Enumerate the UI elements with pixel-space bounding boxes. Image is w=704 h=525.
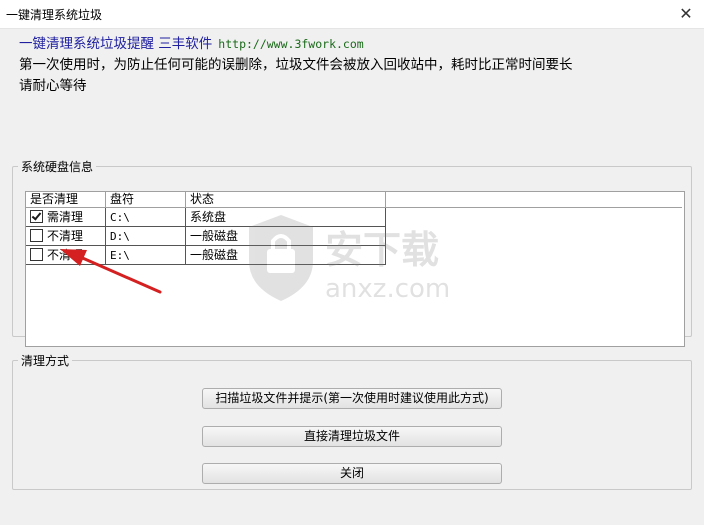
table-row[interactable]: 需清理 C:\ 系统盘	[26, 208, 386, 227]
notice-heading-line: 一键清理系统垃圾提醒 三丰软件 http://www.3fwork.com	[19, 34, 694, 55]
clean-cell[interactable]: 不清理	[26, 246, 106, 265]
clean-label: 不清理	[47, 248, 84, 262]
notice-panel: 一键清理系统垃圾提醒 三丰软件 http://www.3fwork.com 第一次…	[19, 34, 694, 97]
scan-and-prompt-button[interactable]: 扫描垃圾文件并提示(第一次使用时建议使用此方式)	[202, 388, 502, 409]
clean-label: 不清理	[47, 229, 84, 243]
column-header-clean[interactable]: 是否清理	[26, 192, 106, 207]
notice-message-2: 请耐心等待	[19, 78, 87, 94]
drive-cell: D:\	[106, 227, 186, 246]
website-url: http://www.3fwork.com	[218, 37, 364, 51]
checkbox-unchecked[interactable]	[30, 248, 43, 261]
close-window-button[interactable]: ✕	[668, 0, 704, 28]
checkbox-unchecked[interactable]	[30, 229, 43, 242]
disk-info-legend: 系统硬盘信息	[21, 160, 94, 174]
clean-cell[interactable]: 需清理	[26, 208, 106, 227]
clean-method-group: 清理方式 扫描垃圾文件并提示(第一次使用时建议使用此方式) 直接清理垃圾文件 关…	[12, 352, 692, 490]
clean-method-legend: 清理方式	[21, 354, 70, 368]
notice-message: 第一次使用时，为防止任何可能的误删除，垃圾文件会被放入回收站中，耗时比正常时间要…	[19, 57, 573, 73]
clean-label: 需清理	[47, 210, 84, 224]
column-header-status[interactable]: 状态	[186, 192, 386, 207]
clean-cell[interactable]: 不清理	[26, 227, 106, 246]
status-cell: 系统盘	[186, 208, 386, 227]
notice-heading: 一键清理系统垃圾提醒 三丰软件	[19, 36, 213, 52]
disk-table: 是否清理 盘符 状态 需清理 C:\ 系统盘 不清理 D:\ 一般磁盘 不清理 …	[25, 191, 685, 347]
direct-clean-button[interactable]: 直接清理垃圾文件	[202, 426, 502, 447]
status-cell: 一般磁盘	[186, 227, 386, 246]
title-bar: 一键清理系统垃圾 ✕	[0, 0, 704, 29]
window-title: 一键清理系统垃圾	[6, 8, 103, 22]
disk-table-header: 是否清理 盘符 状态	[26, 192, 682, 208]
table-row[interactable]: 不清理 D:\ 一般磁盘	[26, 227, 386, 246]
drive-cell: C:\	[106, 208, 186, 227]
status-cell: 一般磁盘	[186, 246, 386, 265]
close-button[interactable]: 关闭	[202, 463, 502, 484]
disk-info-group: 系统硬盘信息 是否清理 盘符 状态 需清理 C:\ 系统盘 不清理 D:\ 一般…	[12, 158, 692, 347]
column-header-drive[interactable]: 盘符	[106, 192, 186, 207]
drive-cell: E:\	[106, 246, 186, 265]
table-row[interactable]: 不清理 E:\ 一般磁盘	[26, 246, 386, 265]
checkbox-checked[interactable]	[30, 210, 43, 223]
